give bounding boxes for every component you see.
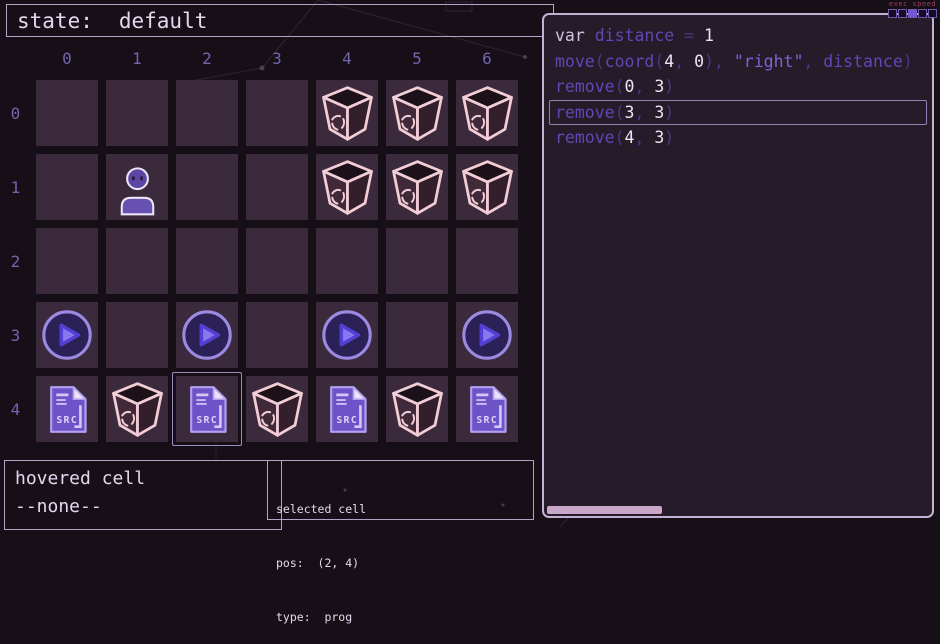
trash-bin-icon	[388, 380, 447, 439]
row-label-0: 0	[3, 80, 28, 146]
grid-cell-0-4[interactable]: SRC	[36, 376, 98, 442]
code-line: remove(0, 3)	[549, 74, 927, 100]
svg-text:SRC: SRC	[196, 415, 218, 426]
grid-cell-1-3[interactable]	[106, 302, 168, 368]
row-label-4: 4	[3, 376, 28, 442]
grid-cell-6-3[interactable]	[456, 302, 518, 368]
trash-bin-icon	[108, 380, 167, 439]
exec-speed-level-4[interactable]	[928, 9, 937, 18]
grid-board: 01234560 1 23 4 SRC SRC SRC SRC	[3, 45, 518, 442]
src-file-icon: SRC	[180, 382, 235, 437]
hovered-cell-panel: hovered cell --none--	[4, 460, 282, 530]
grid-cell-3-0[interactable]	[246, 80, 308, 146]
src-file-icon: SRC	[320, 382, 375, 437]
grid-cell-1-1[interactable]	[106, 154, 168, 220]
code-line: var distance = 1	[549, 23, 927, 49]
exec-speed-levels	[888, 9, 937, 18]
grid-cell-3-4[interactable]	[246, 376, 308, 442]
hovered-cell-title: hovered cell	[15, 465, 271, 493]
svg-text:SRC: SRC	[476, 415, 498, 426]
grid-cell-2-2[interactable]	[176, 228, 238, 294]
row-label-3: 3	[3, 302, 28, 368]
state-value: default	[119, 9, 208, 33]
grid-cell-1-0[interactable]	[106, 80, 168, 146]
grid-cell-2-4[interactable]: SRC	[176, 376, 238, 442]
code-scrollbar[interactable]	[547, 506, 929, 514]
grid-cell-1-2[interactable]	[106, 228, 168, 294]
row-label-2: 2	[3, 228, 28, 294]
grid-cell-3-3[interactable]	[246, 302, 308, 368]
trash-bin-icon	[388, 158, 447, 217]
grid-cell-5-3[interactable]	[386, 302, 448, 368]
grid-cell-0-1[interactable]	[36, 154, 98, 220]
grid-cell-0-3[interactable]	[36, 302, 98, 368]
trash-bin-icon	[388, 84, 447, 143]
grid-cell-5-4[interactable]	[386, 376, 448, 442]
trash-bin-icon	[458, 84, 517, 143]
grid-cell-3-1[interactable]	[246, 154, 308, 220]
play-icon	[459, 307, 515, 363]
trash-bin-icon	[458, 158, 517, 217]
col-label-3: 3	[246, 45, 308, 72]
grid-corner	[3, 45, 28, 72]
grid-cell-0-2[interactable]	[36, 228, 98, 294]
selected-cell-panel: selected cell pos: (2, 4) type: prog	[267, 460, 534, 520]
code-line: move(coord(4, 0), "right", distance)	[549, 49, 927, 75]
code-panel[interactable]: var distance = 1move(coord(4, 0), "right…	[542, 13, 934, 518]
col-label-0: 0	[36, 45, 98, 72]
code-line-highlighted: remove(3, 3)	[549, 100, 927, 126]
code-line: remove(4, 3)	[549, 125, 927, 151]
grid-cell-1-4[interactable]	[106, 376, 168, 442]
grid-cell-4-4[interactable]: SRC	[316, 376, 378, 442]
grid-cell-4-0[interactable]	[316, 80, 378, 146]
trash-bin-icon	[248, 380, 307, 439]
grid-cell-2-3[interactable]	[176, 302, 238, 368]
selected-cell-title: selected cell	[276, 500, 525, 518]
grid-cell-5-2[interactable]	[386, 228, 448, 294]
src-file-icon: SRC	[40, 382, 95, 437]
code-lines: var distance = 1move(coord(4, 0), "right…	[549, 23, 927, 151]
grid-cell-5-0[interactable]	[386, 80, 448, 146]
person-icon	[111, 163, 164, 216]
exec-speed-level-0[interactable]	[888, 9, 897, 18]
row-label-1: 1	[3, 154, 28, 220]
col-label-5: 5	[386, 45, 448, 72]
grid-cell-6-0[interactable]	[456, 80, 518, 146]
state-panel: state: default	[6, 4, 554, 37]
play-icon	[39, 307, 95, 363]
col-label-2: 2	[176, 45, 238, 72]
svg-text:SRC: SRC	[336, 415, 358, 426]
exec-speed-level-2[interactable]	[908, 9, 917, 18]
trash-bin-icon	[318, 84, 377, 143]
grid-cell-6-4[interactable]: SRC	[456, 376, 518, 442]
svg-text:SRC: SRC	[56, 415, 78, 426]
play-icon	[319, 307, 375, 363]
grid-cell-4-2[interactable]	[316, 228, 378, 294]
selected-cell-type: type: prog	[276, 608, 525, 626]
grid-cell-0-0[interactable]	[36, 80, 98, 146]
grid-cell-6-2[interactable]	[456, 228, 518, 294]
grid-cell-4-1[interactable]	[316, 154, 378, 220]
selected-cell-pos: pos: (2, 4)	[276, 554, 525, 572]
play-icon	[179, 307, 235, 363]
col-label-6: 6	[456, 45, 518, 72]
code-scrollbar-thumb[interactable]	[547, 506, 662, 514]
src-file-icon: SRC	[460, 382, 515, 437]
trash-bin-icon	[318, 158, 377, 217]
state-label: state:	[17, 9, 93, 33]
grid-cell-4-3[interactable]	[316, 302, 378, 368]
grid-cell-2-0[interactable]	[176, 80, 238, 146]
exec-speed-label: exec speed	[888, 0, 937, 8]
grid-cell-6-1[interactable]	[456, 154, 518, 220]
col-label-1: 1	[106, 45, 168, 72]
grid-cell-3-2[interactable]	[246, 228, 308, 294]
grid-cell-5-1[interactable]	[386, 154, 448, 220]
col-label-4: 4	[316, 45, 378, 72]
exec-speed-widget: exec speed	[888, 0, 937, 18]
exec-speed-level-3[interactable]	[918, 9, 927, 18]
exec-speed-level-1[interactable]	[898, 9, 907, 18]
grid-cell-2-1[interactable]	[176, 154, 238, 220]
hovered-cell-value: --none--	[15, 493, 271, 521]
